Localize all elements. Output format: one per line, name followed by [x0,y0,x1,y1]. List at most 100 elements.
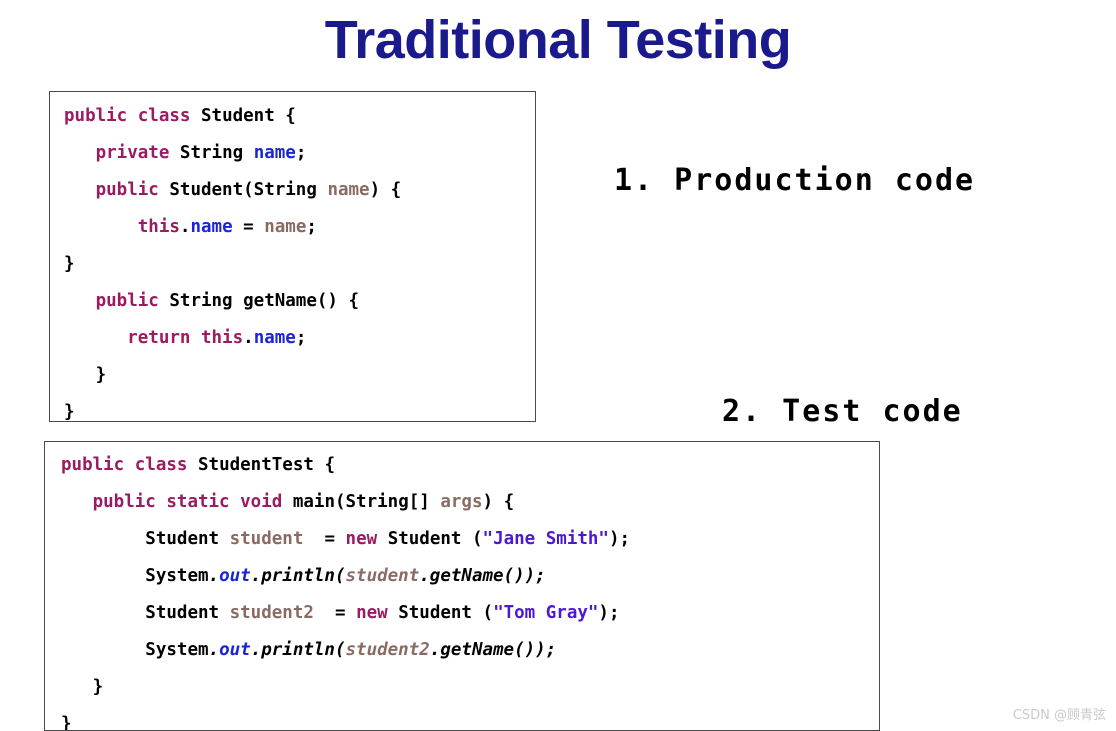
code-token: } [64,365,107,385]
code-token: student [229,529,304,549]
code-token: ; [295,143,307,163]
code-token: ( [461,529,483,549]
code-token: name [253,328,296,348]
code-line: } [64,357,535,394]
code-token: out [219,566,251,586]
code-token: student2 [345,640,430,660]
code-token: ); [598,603,620,623]
code-token: Student [398,603,472,623]
code-line: this.name = name; [64,209,535,246]
code-line: return this.name; [64,320,535,357]
code-token: { [274,106,296,126]
code-token: student2 [229,603,314,623]
production-code-block: public class Student { private String na… [49,91,536,422]
code-line: public class StudentTest { [61,447,879,484]
code-token: .getName()); [429,640,557,660]
code-token: = [232,217,265,237]
code-line: public static void main(String[] args) { [61,484,879,521]
code-token: . [243,328,254,348]
test-code-block: public class StudentTest { public static… [44,441,880,731]
code-token: public [95,180,159,200]
code-token: this [137,217,180,237]
code-token: } [61,714,72,731]
code-token: . [208,640,220,660]
code-token: StudentTest [198,455,314,475]
code-line: } [64,246,535,283]
code-token: String [169,291,233,311]
code-token: new [345,529,378,549]
code-token: out [219,640,251,660]
code-line: private String name; [64,135,535,172]
note-test-code: 2. Test code [722,394,963,429]
code-token: name [253,143,296,163]
code-token: public [95,291,159,311]
code-token: args [440,492,483,512]
code-token: student [345,566,420,586]
code-token: "Jane Smith" [482,529,609,549]
code-token: public [64,106,128,126]
code-token: Student [145,529,220,549]
code-token: Student [387,529,462,549]
code-line: } [61,706,879,731]
code-token: .println( [250,640,346,660]
code-token: { [313,455,335,475]
code-token: System [145,640,209,660]
code-token: Student(String [169,180,317,200]
code-token: "Tom Gray" [493,603,599,623]
code-token: Student [145,603,220,623]
code-line: public String getName() { [64,283,535,320]
code-line: System.out.println(student2.getName()); [61,632,879,669]
code-token: } [64,254,75,274]
code-token: name [264,217,307,237]
code-line: } [64,394,535,421]
code-token: void [240,492,283,512]
code-token: ; [295,328,307,348]
code-token: private [95,143,170,163]
code-token: this [200,328,244,348]
code-token: = [313,603,357,623]
code-token: name [190,217,233,237]
code-token: ) { [482,492,515,512]
code-token: getName() { [232,291,360,311]
code-token: public [92,492,156,512]
code-token: ; [306,217,317,237]
code-token: String [179,143,244,163]
code-token: .println( [250,566,346,586]
code-token: return [127,328,191,348]
code-line: } [61,669,879,706]
code-token: public [61,455,125,475]
code-line: public Student(String name) { [64,172,535,209]
code-token: ( [471,603,494,623]
page-title: Traditional Testing [324,10,792,70]
code-line: Student student2 = new Student ("Tom Gra… [61,595,879,632]
code-line: public class Student { [64,98,535,135]
code-token: . [179,217,191,237]
code-token: System [145,566,209,586]
code-token: = [303,529,346,549]
code-token: static [166,492,230,512]
code-line: System.out.println(student.getName()); [61,558,879,595]
code-token: . [208,566,220,586]
